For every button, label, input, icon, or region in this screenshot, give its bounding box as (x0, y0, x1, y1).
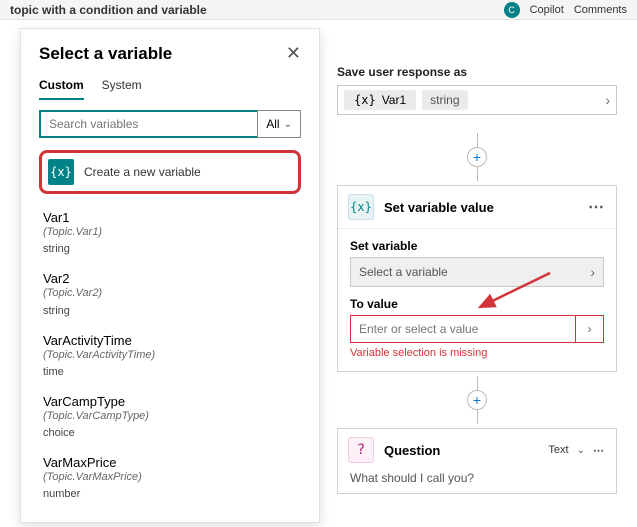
var-type: choice (43, 427, 299, 439)
select-variable-placeholder: Select a variable (359, 265, 448, 279)
list-item[interactable]: VarMaxPrice (Topic.VarMaxPrice) number (39, 449, 301, 510)
variable-list: Var1 (Topic.Var1) string Var2 (Topic.Var… (39, 204, 301, 510)
tab-custom[interactable]: Custom (39, 78, 84, 100)
more-menu-button[interactable]: ⋯ (593, 444, 606, 457)
create-variable-button[interactable]: {x} Create a new variable (39, 150, 301, 194)
set-variable-node: {x} Set variable value ⋯ Set variable Se… (337, 185, 617, 372)
var-name: Var2 (43, 271, 299, 286)
avatar[interactable]: C (504, 2, 520, 18)
list-item[interactable]: VarActivityTime (Topic.VarActivityTime) … (39, 327, 301, 388)
node-title: Question (384, 443, 538, 458)
chevron-right-icon: › (590, 264, 595, 280)
var-name: VarCampType (43, 394, 299, 409)
to-value-input[interactable] (351, 316, 575, 342)
variable-picker-panel: Select a variable ✕ Custom System All ⌄ … (20, 28, 320, 523)
var-name: Var1 (43, 210, 299, 225)
var-type: string (43, 243, 299, 255)
set-variable-label: Set variable (350, 239, 604, 253)
list-item[interactable]: Var2 (Topic.Var2) string (39, 265, 301, 326)
filter-all-dropdown[interactable]: All ⌄ (257, 110, 301, 138)
var-type: string (43, 305, 299, 317)
var-name: VarMaxPrice (43, 455, 299, 470)
close-icon[interactable]: ✕ (286, 43, 301, 64)
add-node-button[interactable]: + (467, 390, 487, 410)
var-path: (Topic.Var2) (43, 286, 299, 300)
panel-title: Select a variable (39, 44, 172, 64)
question-node: ? Question Text ⌄ ⋯ What should I call y… (337, 428, 617, 494)
var-type: number (43, 488, 299, 500)
var-path: (Topic.VarMaxPrice) (43, 470, 299, 484)
var-path: (Topic.Var1) (43, 225, 299, 239)
tab-system[interactable]: System (102, 78, 142, 100)
saved-var-name: Var1 (382, 93, 406, 107)
chevron-right-icon: › (605, 92, 610, 108)
list-item[interactable]: VarCampType (Topic.VarCampType) choice (39, 388, 301, 449)
question-type-label: Text (548, 444, 568, 456)
chevron-down-icon: ⌄ (284, 119, 292, 130)
save-response-label: Save user response as (337, 65, 617, 79)
variable-icon: {x} (354, 93, 376, 107)
variable-icon: {x} (48, 159, 74, 185)
comments-link[interactable]: Comments (574, 4, 627, 16)
to-value-label: To value (350, 297, 604, 311)
page-breadcrumb: topic with a condition and variable (10, 3, 207, 17)
to-value-picker-button[interactable]: › (575, 316, 603, 342)
chevron-down-icon[interactable]: ⌄ (577, 445, 585, 456)
list-item[interactable]: Var1 (Topic.Var1) string (39, 204, 301, 265)
error-message: Variable selection is missing (350, 347, 604, 359)
create-variable-label: Create a new variable (84, 165, 201, 179)
node-title: Set variable value (384, 200, 578, 215)
question-icon: ? (348, 437, 374, 463)
variable-icon: {x} (348, 194, 374, 220)
copilot-link[interactable]: Copilot (530, 4, 564, 16)
var-type: time (43, 366, 299, 378)
search-input[interactable] (39, 110, 257, 138)
saved-variable-chip[interactable]: {x} Var1 string › (337, 85, 617, 115)
select-variable-dropdown[interactable]: Select a variable › (350, 257, 604, 287)
var-path: (Topic.VarCampType) (43, 409, 299, 423)
more-menu-button[interactable]: ⋯ (588, 197, 606, 217)
var-name: VarActivityTime (43, 333, 299, 348)
add-node-button[interactable]: + (467, 147, 487, 167)
var-path: (Topic.VarActivityTime) (43, 348, 299, 362)
filter-all-label: All (266, 117, 279, 131)
saved-var-type: string (422, 90, 467, 110)
question-prompt: What should I call you? (338, 471, 616, 493)
